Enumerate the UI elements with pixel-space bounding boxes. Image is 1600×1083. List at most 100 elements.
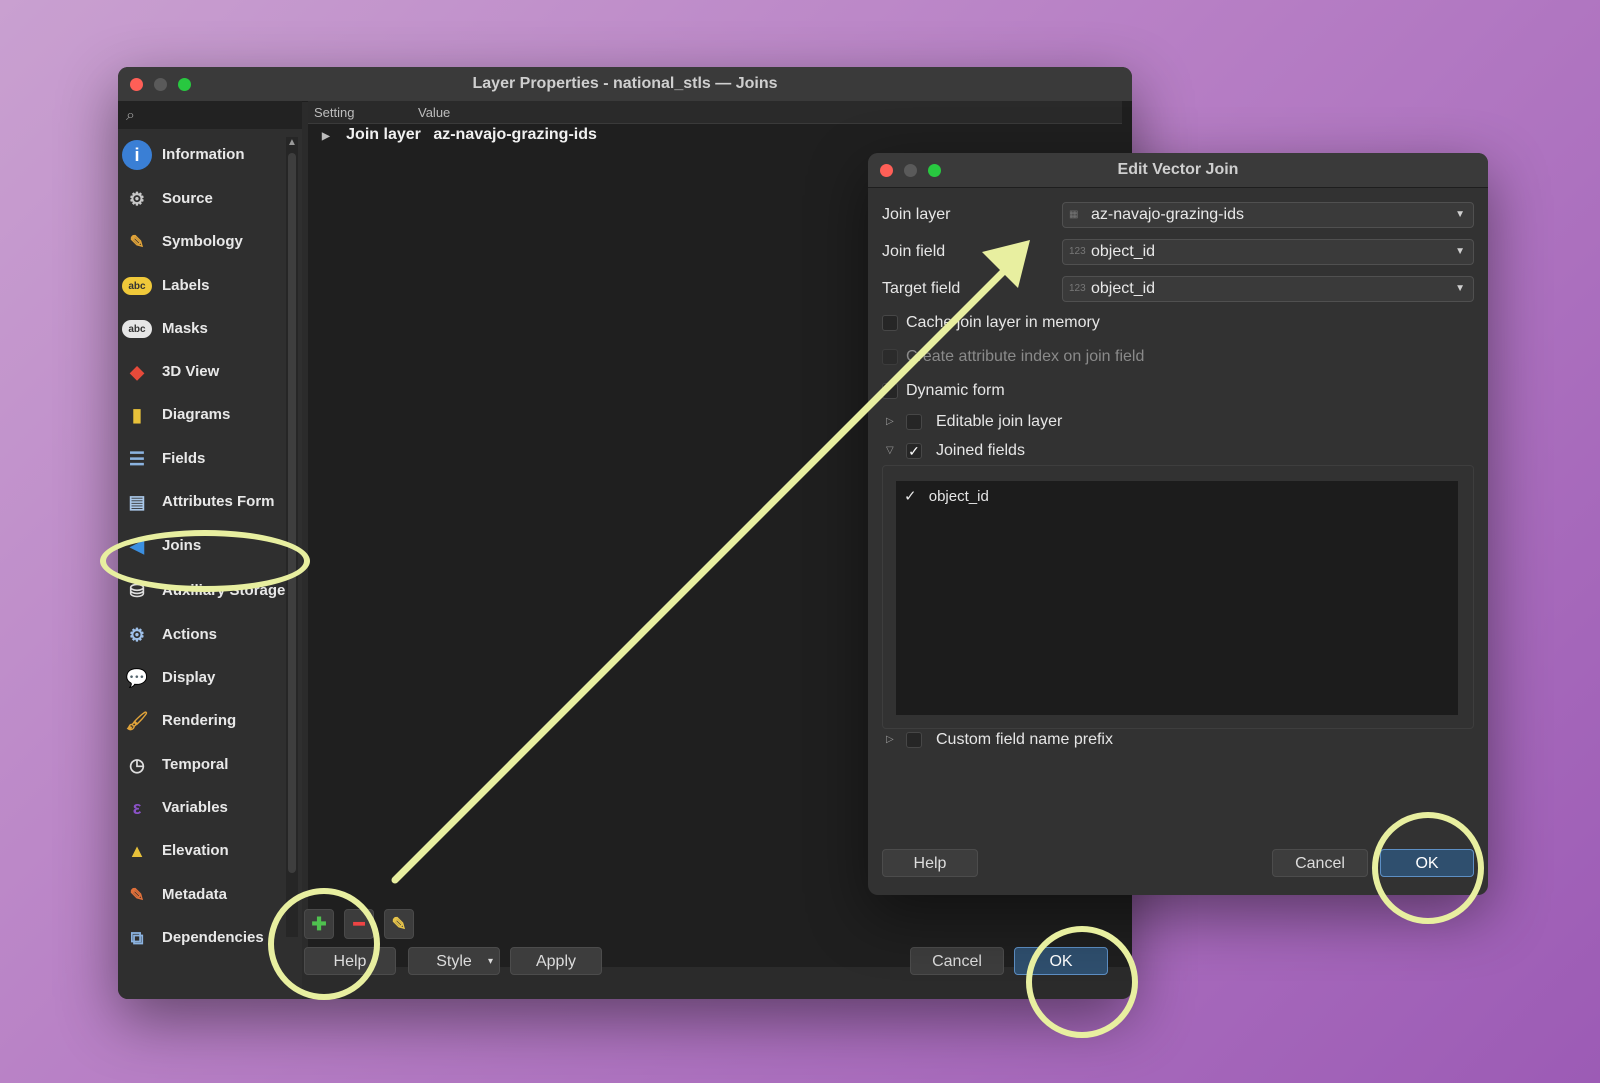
fields-icon: ☰	[128, 448, 146, 469]
style-button-label: Style	[436, 953, 472, 970]
sidebar-item-metadata[interactable]: ✎ Metadata	[118, 875, 286, 915]
sidebar-item-masks[interactable]: abc Masks	[118, 309, 286, 349]
join-layer-label: Join layer	[882, 206, 951, 223]
masks-icon: abc	[122, 320, 152, 338]
joins-highlight-circle	[100, 530, 310, 592]
sidebar-item-label: Source	[162, 190, 213, 207]
sidebar-item-dependencies[interactable]: ⧉ Dependencies	[118, 918, 286, 958]
sidebar-item-label: Elevation	[162, 842, 229, 859]
scroll-up-icon[interactable]: ▲	[287, 137, 297, 148]
cache-label[interactable]: Cache join layer in memory	[906, 314, 1100, 332]
sidebar-item-diagrams[interactable]: ▮ Diagrams	[118, 395, 286, 435]
sidebar-search-input[interactable]: ⌕	[118, 101, 302, 130]
dynamic-form-checkbox[interactable]	[882, 383, 898, 399]
target-field-select[interactable]: 123 object_id ▼	[1062, 276, 1474, 302]
elevation-icon: ▲	[128, 840, 146, 861]
sidebar-item-actions[interactable]: ⚙ Actions	[118, 615, 286, 655]
dropdown-arrow-icon: ▼	[1455, 246, 1465, 257]
table-icon: ▦	[1069, 209, 1079, 220]
column-value[interactable]: Value	[418, 105, 450, 120]
sidebar-item-label: Temporal	[162, 756, 229, 773]
sidebar-item-label: Attributes Form	[162, 493, 275, 510]
sidebar-item-elevation[interactable]: ▲ Elevation	[118, 831, 286, 871]
joined-fields-list[interactable]: ✓ object_id	[896, 481, 1458, 715]
sidebar-item-label: Metadata	[162, 886, 228, 903]
join-row-setting: Join layer	[346, 126, 421, 143]
dialog-title: Edit Vector Join	[1117, 161, 1239, 178]
editable-join-label[interactable]: Editable join layer	[936, 413, 1062, 431]
joined-fields-label[interactable]: Joined fields	[936, 442, 1025, 460]
sidebar-item-label: Symbology	[162, 233, 243, 250]
dialog-titlebar[interactable]: Edit Vector Join	[868, 153, 1488, 188]
sidebar-item-source[interactable]: ⚙ Source	[118, 179, 286, 219]
sidebar-item-fields[interactable]: ☰ Fields	[118, 439, 286, 479]
sidebar-item-symbology[interactable]: ✎ Symbology	[118, 222, 286, 262]
join-field-label: Join field	[882, 243, 946, 260]
titlebar[interactable]: Layer Properties - national_stls — Joins	[118, 67, 1132, 102]
joins-table-header: Setting Value	[308, 101, 1122, 124]
edit-join-button[interactable]: ✎	[384, 909, 414, 939]
column-setting[interactable]: Setting	[314, 105, 354, 120]
cancel-button[interactable]: Cancel	[910, 947, 1004, 975]
joined-fields-checkbox[interactable]: ✓	[906, 443, 922, 459]
variables-icon: ε	[132, 797, 142, 818]
sidebar-item-label: Rendering	[162, 712, 237, 729]
sidebar-item-rendering[interactable]: 🖌 Rendering	[118, 701, 286, 741]
cube-icon: ◆	[130, 361, 144, 382]
source-icon: ⚙	[128, 188, 146, 209]
sidebar-item-information[interactable]: i Information	[118, 135, 286, 175]
editable-join-checkbox[interactable]	[906, 414, 922, 430]
custom-prefix-label[interactable]: Custom field name prefix	[936, 731, 1113, 749]
edit-vector-join-dialog: Edit Vector Join Join layer ▦ az-navajo-…	[868, 153, 1488, 895]
scrollbar-thumb[interactable]	[288, 153, 296, 873]
pencil-icon: ✎	[391, 914, 407, 934]
attribute-index-checkbox[interactable]	[882, 349, 898, 365]
target-field-label: Target field	[882, 280, 961, 297]
custom-prefix-checkbox[interactable]	[906, 732, 922, 748]
sidebar-item-label: Dependencies	[162, 929, 264, 946]
sidebar-item-label: Display	[162, 669, 216, 686]
search-icon: ⌕	[126, 107, 135, 124]
sidebar-item-label: Information	[162, 146, 245, 163]
numeric-field-icon: 123	[1069, 246, 1086, 257]
info-icon: i	[122, 140, 152, 170]
dialog-cancel-button[interactable]: Cancel	[1272, 849, 1368, 877]
join-row-value: az-navajo-grazing-ids	[433, 126, 597, 143]
labels-icon: abc	[122, 277, 152, 295]
join-layer-row[interactable]: ▶ Join layer az-navajo-grazing-ids	[322, 126, 597, 144]
join-field-select[interactable]: 123 object_id ▼	[1062, 239, 1474, 265]
cache-checkbox[interactable]	[882, 315, 898, 331]
collapse-arrow-icon[interactable]: ▽	[886, 445, 894, 456]
sidebar-item-label: Labels	[162, 277, 210, 294]
actions-icon: ⚙	[128, 624, 146, 645]
sidebar-item-attributes-form[interactable]: ▤ Attributes Form	[118, 482, 286, 522]
dropdown-arrow-icon: ▼	[1455, 283, 1465, 294]
window-title: Layer Properties - national_stls — Joins	[472, 75, 778, 92]
sidebar-item-label: 3D View	[162, 363, 220, 380]
display-icon: 💬	[125, 667, 149, 688]
style-button[interactable]: Style ▾	[408, 947, 500, 975]
sidebar-item-labels[interactable]: abc Labels	[118, 266, 286, 306]
join-field-value: object_id	[1091, 243, 1156, 260]
expand-arrow-icon[interactable]: ▷	[886, 416, 894, 427]
dynamic-form-label[interactable]: Dynamic form	[906, 382, 1005, 400]
numeric-field-icon: 123	[1069, 283, 1086, 294]
sidebar-item-temporal[interactable]: ◷ Temporal	[118, 745, 286, 785]
join-layer-select[interactable]: ▦ az-navajo-grazing-ids ▼	[1062, 202, 1474, 228]
apply-button[interactable]: Apply	[510, 947, 602, 975]
sidebar-item-label: Masks	[162, 320, 208, 337]
expand-arrow-icon[interactable]: ▶	[322, 131, 330, 142]
sidebar-item-display[interactable]: 💬 Display	[118, 658, 286, 698]
expand-arrow-icon[interactable]: ▷	[886, 734, 894, 745]
list-item[interactable]: ✓ object_id	[904, 487, 989, 505]
symbology-icon: ✎	[129, 231, 145, 252]
dropdown-arrow-icon: ▼	[1455, 209, 1465, 220]
clock-icon: ◷	[129, 754, 145, 775]
sidebar-item-3d-view[interactable]: ◆ 3D View	[118, 352, 286, 392]
dialog-help-button[interactable]: Help	[882, 849, 978, 877]
join-layer-value: az-navajo-grazing-ids	[1091, 206, 1244, 223]
check-icon[interactable]: ✓	[904, 488, 917, 505]
dropdown-arrow-icon: ▾	[487, 956, 493, 967]
sidebar-scrollbar[interactable]: ▲	[286, 137, 298, 937]
sidebar-item-variables[interactable]: ε Variables	[118, 788, 286, 828]
